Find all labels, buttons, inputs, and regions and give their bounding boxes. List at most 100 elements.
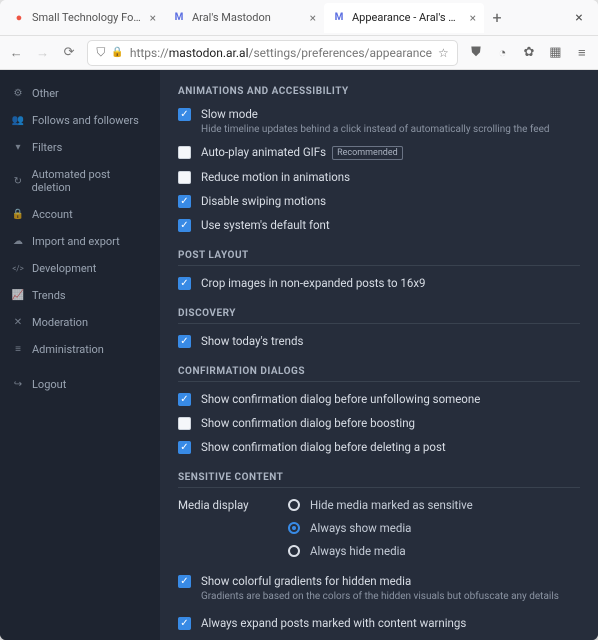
cycle-icon: ↻ bbox=[12, 176, 24, 187]
reload-button[interactable]: ⟳ bbox=[61, 45, 77, 60]
tab-title: Aral's Mastodon bbox=[192, 11, 304, 24]
trend-icon: 📈 bbox=[12, 290, 24, 301]
settings-main: ANIMATIONS AND ACCESSIBILITY ✓ Slow mode… bbox=[160, 70, 598, 640]
sidebar-item-label: Moderation bbox=[32, 316, 88, 329]
url-domain: mastodon.ar.al bbox=[169, 46, 249, 60]
checkbox-unchecked-icon[interactable] bbox=[178, 146, 191, 159]
setting-label: Show colorful gradients for hidden media bbox=[201, 574, 559, 588]
sidebar-item-label: Development bbox=[32, 262, 96, 275]
setting-label: Use system's default font bbox=[201, 218, 330, 232]
setting-label: Media display bbox=[178, 498, 249, 512]
filter-icon: ▾ bbox=[12, 142, 24, 153]
setting-crop-images[interactable]: ✓ Crop images in non-expanded posts to 1… bbox=[178, 276, 580, 290]
sidebar-item-other[interactable]: ⚙ Other bbox=[0, 80, 160, 107]
extension-pocket-icon[interactable]: ◔ bbox=[494, 45, 510, 61]
new-tab-button[interactable]: + bbox=[484, 8, 510, 27]
menu-icon[interactable]: ≡ bbox=[574, 45, 590, 61]
setting-disable-swipe[interactable]: ✓ Disable swiping motions bbox=[178, 194, 580, 208]
checkbox-checked-icon[interactable]: ✓ bbox=[178, 441, 191, 454]
setting-label: Reduce motion in animations bbox=[201, 170, 350, 184]
setting-reduce-motion[interactable]: Reduce motion in animations bbox=[178, 170, 580, 184]
window-close-button[interactable]: × bbox=[560, 10, 598, 26]
sidebar-item-label: Administration bbox=[32, 343, 104, 356]
setting-label: Crop images in non-expanded posts to 16x… bbox=[201, 276, 426, 290]
tab-3[interactable]: M Appearance - Aral's Mast × bbox=[324, 3, 484, 33]
close-icon[interactable]: × bbox=[150, 11, 156, 25]
setting-show-trends[interactable]: ✓ Show today's trends bbox=[178, 334, 580, 348]
setting-autoplay-gifs[interactable]: Auto-play animated GIFsRecommended bbox=[178, 145, 580, 160]
people-icon: 👥 bbox=[12, 115, 24, 126]
radio-selected-icon[interactable] bbox=[288, 522, 300, 534]
section-title-confirm: CONFIRMATION DIALOGS bbox=[178, 366, 580, 382]
setting-slow-mode[interactable]: ✓ Slow mode Hide timeline updates behind… bbox=[178, 107, 580, 135]
radio-always-show[interactable]: Always show media bbox=[288, 521, 580, 535]
logout-icon: ↪ bbox=[12, 379, 24, 390]
list-icon: ≡ bbox=[12, 344, 24, 355]
sidebar-item-admin[interactable]: ≡ Administration bbox=[0, 336, 160, 363]
radio-label: Always hide media bbox=[310, 544, 406, 558]
checkbox-checked-icon[interactable]: ✓ bbox=[178, 108, 191, 121]
code-icon: </> bbox=[12, 264, 24, 273]
setting-confirm-unfollow[interactable]: ✓ Show confirmation dialog before unfoll… bbox=[178, 392, 580, 406]
browser-window: ● Small Technology Founda × M Aral's Mas… bbox=[0, 0, 598, 640]
setting-media-display: Media display Hide media marked as sensi… bbox=[178, 498, 580, 558]
sidebar-item-label: Import and export bbox=[32, 235, 120, 248]
sidebar-item-account[interactable]: 🔒Account bbox=[0, 201, 160, 228]
sidebar-item-label: Other bbox=[32, 87, 59, 100]
setting-label: Show confirmation dialog before deleting… bbox=[201, 440, 446, 454]
extension-icon[interactable]: ✿ bbox=[521, 45, 537, 60]
toolbar: ← → ⟳ ⛉ 🔒 https://mastodon.ar.al/setting… bbox=[0, 36, 598, 70]
url-bar[interactable]: ⛉ 🔒 https://mastodon.ar.al/settings/pref… bbox=[87, 40, 457, 66]
extension-ublock-icon[interactable]: ⛊ bbox=[468, 45, 484, 60]
settings-sidebar: ⚙ Other 👥Follows and followers ▾ Filters ↻… bbox=[0, 70, 160, 640]
sidebar-item-import[interactable]: ☁Import and export bbox=[0, 228, 160, 255]
sidebar-item-label: Filters bbox=[32, 141, 62, 154]
setting-help: Hide timeline updates behind a click ins… bbox=[201, 124, 550, 135]
radio-always-hide[interactable]: Always hide media bbox=[288, 544, 580, 558]
setting-label: Auto-play animated GIFsRecommended bbox=[201, 145, 403, 160]
extension-qr-icon[interactable]: ▦ bbox=[547, 45, 563, 60]
checkbox-unchecked-icon[interactable] bbox=[178, 417, 191, 430]
checkbox-checked-icon[interactable]: ✓ bbox=[178, 335, 191, 348]
close-icon[interactable]: × bbox=[310, 11, 316, 25]
url-prefix: https:// bbox=[130, 46, 169, 60]
recommended-badge: Recommended bbox=[332, 146, 403, 160]
sidebar-item-filters[interactable]: ▾ Filters bbox=[0, 134, 160, 161]
checkbox-checked-icon[interactable]: ✓ bbox=[178, 277, 191, 290]
sidebar-item-trends[interactable]: 📈Trends bbox=[0, 282, 160, 309]
tab-title: Small Technology Founda bbox=[32, 11, 144, 24]
checkbox-checked-icon[interactable]: ✓ bbox=[178, 195, 191, 208]
setting-confirm-boost[interactable]: Show confirmation dialog before boosting bbox=[178, 416, 580, 430]
checkbox-checked-icon[interactable]: ✓ bbox=[178, 575, 191, 588]
sidebar-item-logout[interactable]: ↪Logout bbox=[0, 371, 160, 398]
tab-2[interactable]: M Aral's Mastodon × bbox=[164, 3, 324, 33]
forward-button[interactable]: → bbox=[34, 45, 50, 61]
sidebar-item-follows[interactable]: 👥Follows and followers bbox=[0, 107, 160, 134]
section-title-animations: ANIMATIONS AND ACCESSIBILITY bbox=[178, 86, 580, 97]
sidebar-item-moderation[interactable]: ✕Moderation bbox=[0, 309, 160, 336]
checkbox-checked-icon[interactable]: ✓ bbox=[178, 393, 191, 406]
checkbox-unchecked-icon[interactable] bbox=[178, 171, 191, 184]
sidebar-item-automated[interactable]: ↻Automated post deletion bbox=[0, 161, 160, 201]
checkbox-checked-icon[interactable]: ✓ bbox=[178, 617, 191, 630]
setting-gradients[interactable]: ✓ Show colorful gradients for hidden med… bbox=[178, 574, 580, 602]
radio-unselected-icon[interactable] bbox=[288, 499, 300, 511]
favicon-icon: ● bbox=[12, 11, 26, 25]
setting-confirm-delete[interactable]: ✓ Show confirmation dialog before deleti… bbox=[178, 440, 580, 454]
checkbox-checked-icon[interactable]: ✓ bbox=[178, 219, 191, 232]
radio-unselected-icon[interactable] bbox=[288, 545, 300, 557]
back-button[interactable]: ← bbox=[8, 45, 24, 61]
gear-icon: ⚙ bbox=[12, 88, 24, 99]
content-area: ⚙ Other 👥Follows and followers ▾ Filters ↻… bbox=[0, 70, 598, 640]
lock-icon: 🔒 bbox=[111, 47, 123, 58]
radio-hide-marked[interactable]: Hide media marked as sensitive bbox=[288, 498, 580, 512]
setting-system-font[interactable]: ✓ Use system's default font bbox=[178, 218, 580, 232]
setting-expand-cw[interactable]: ✓ Always expand posts marked with conten… bbox=[178, 616, 580, 630]
tab-1[interactable]: ● Small Technology Founda × bbox=[4, 3, 164, 33]
sidebar-item-development[interactable]: </> Development bbox=[0, 255, 160, 282]
close-icon[interactable]: × bbox=[470, 11, 476, 25]
section-title-postlayout: POST LAYOUT bbox=[178, 250, 580, 266]
setting-label: Show confirmation dialog before boosting bbox=[201, 416, 415, 430]
mastodon-icon: M bbox=[332, 11, 346, 25]
bookmark-icon[interactable]: ☆ bbox=[438, 46, 449, 60]
